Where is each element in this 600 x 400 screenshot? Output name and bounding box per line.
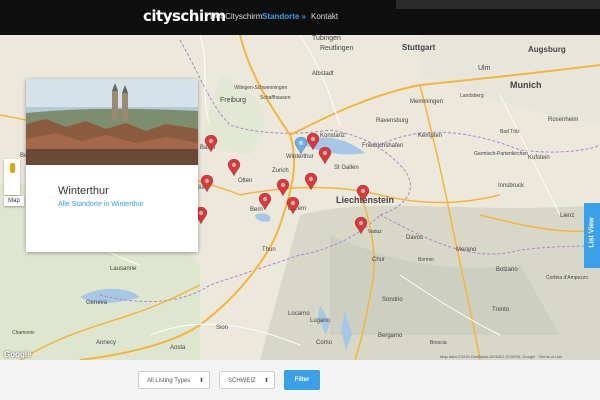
place-label: Bormio	[418, 257, 434, 263]
place-label: Davos	[406, 235, 424, 241]
place-label: Cortina d'Ampezzo	[546, 275, 589, 281]
location-pin[interactable]	[204, 135, 218, 153]
map-marker-icon	[294, 137, 308, 155]
map-marker-icon	[354, 217, 368, 235]
place-label: Geneva	[86, 300, 108, 306]
place-label: Chur	[372, 257, 386, 263]
place-label: Innsbruck	[498, 183, 525, 189]
place-label: Kufstein	[528, 155, 550, 161]
place-label: Konstanz	[320, 133, 346, 139]
place-label: St Gallen	[334, 165, 359, 171]
listing-type-value: All Listing Types	[147, 378, 191, 384]
place-label: Lausanne	[110, 266, 137, 272]
map-marker-icon	[304, 173, 318, 191]
selected-location-pin[interactable]	[294, 137, 308, 155]
place-label: Rosenheim	[548, 117, 579, 123]
location-pin[interactable]	[318, 147, 332, 165]
place-label: Olten	[238, 178, 253, 184]
map-marker-icon	[204, 135, 218, 153]
nav-item-standorte[interactable]: Standorte »	[262, 12, 306, 21]
place-label: Merano	[456, 247, 477, 253]
country-select[interactable]: SCHWEIZ ⬍	[219, 371, 275, 389]
place-label: Lugano	[310, 318, 331, 324]
location-pin[interactable]	[276, 179, 290, 197]
place-label: Locarno	[288, 311, 310, 317]
header-shade	[396, 0, 600, 9]
street-view-control[interactable]	[4, 159, 20, 195]
map-canvas[interactable]: Tubingen Reutlingen Stuttgart Albstadt Ulm Au…	[0, 35, 600, 360]
list-view-tab[interactable]: List View	[584, 203, 600, 268]
place-label: Villingen-Schwenningen	[234, 85, 288, 91]
place-label: Friedrichshafen	[362, 143, 404, 149]
place-label: Zurich	[272, 168, 289, 174]
place-label: Bad Tölz	[500, 129, 520, 135]
location-pin[interactable]	[354, 217, 368, 235]
place-label: Munich	[510, 80, 542, 90]
map-type-button[interactable]: Map	[4, 196, 24, 206]
top-navigation-bar: cityschirm Der Cityschirm Standorte » Ko…	[0, 0, 600, 35]
place-label: Vaduz	[368, 229, 382, 235]
map-marker-icon	[356, 185, 370, 203]
place-label: Trento	[492, 307, 510, 313]
place-label: Kempten	[418, 133, 443, 139]
location-pin[interactable]	[227, 159, 241, 177]
map-copyright[interactable]: Map data ©2015 GeoBasis-DE/BKG (©2009), …	[440, 354, 562, 359]
google-logo: Google	[4, 350, 32, 359]
pegman-icon	[10, 163, 15, 173]
location-pin[interactable]	[356, 185, 370, 203]
place-label: Memmingen	[410, 99, 444, 105]
place-label: Stuttgart	[402, 43, 436, 52]
place-label: Sion	[216, 325, 229, 331]
city-photo	[26, 79, 198, 165]
place-label: Tubingen	[312, 35, 341, 42]
location-pin[interactable]	[258, 193, 272, 211]
map-marker-icon	[286, 197, 300, 215]
filter-button[interactable]: Filter	[284, 370, 320, 390]
country-value: SCHWEIZ	[228, 378, 256, 384]
place-label: Bolzano	[496, 267, 518, 273]
place-label: Brescia	[430, 340, 447, 346]
location-pin[interactable]	[286, 197, 300, 215]
map-marker-icon	[306, 133, 320, 151]
filter-bar: All Listing Types ⬍ SCHWEIZ ⬍ Filter	[0, 360, 600, 400]
location-info-card[interactable]: Winterthur Alle Standorte in Winterthur	[26, 79, 198, 252]
place-label: Chamonix	[12, 330, 35, 336]
location-pin[interactable]	[200, 175, 214, 193]
location-pin[interactable]	[304, 173, 318, 191]
nav-item-der-cityschirm[interactable]: Der Cityschirm	[210, 12, 262, 21]
place-label: Ulm	[478, 65, 491, 72]
place-label: Garmisch-Partenkirchen	[474, 151, 528, 157]
map-marker-icon	[318, 147, 332, 165]
place-label: Annecy	[96, 340, 117, 346]
map-marker-icon	[258, 193, 272, 211]
place-label: Albstadt	[312, 71, 334, 77]
place-label: Como	[316, 340, 333, 346]
info-card-title: Winterthur	[58, 185, 109, 197]
list-view-label: List View	[588, 217, 596, 248]
location-pin[interactable]	[306, 133, 320, 151]
info-card-link[interactable]: Alle Standorte in Winterthur	[58, 201, 144, 208]
map-marker-icon	[227, 159, 241, 177]
place-label: Freiburg	[220, 97, 247, 104]
place-label: Schaffhausen	[260, 95, 291, 101]
place-label: Reutlingen	[320, 45, 354, 52]
nav-item-kontakt[interactable]: Kontakt	[311, 12, 338, 21]
listing-type-select[interactable]: All Listing Types ⬍	[138, 371, 210, 389]
place-label: Landsberg	[460, 93, 484, 99]
select-arrows-icon: ⬍	[198, 378, 204, 384]
place-label: Ravensburg	[376, 118, 409, 124]
place-label: Aosta	[170, 345, 186, 351]
map-marker-icon	[200, 175, 214, 193]
place-label: Augsburg	[528, 45, 566, 54]
map-marker-icon	[276, 179, 290, 197]
select-arrows-icon: ⬍	[263, 378, 269, 384]
place-label: Thun	[262, 247, 276, 253]
place-label: Sondrio	[382, 297, 403, 303]
place-label: Lienz	[560, 213, 575, 219]
place-label: Bergamo	[378, 333, 403, 339]
